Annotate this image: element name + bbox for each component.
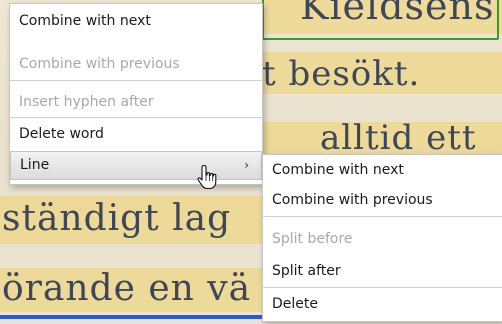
document-line: örande en vä xyxy=(2,268,252,309)
submenu-item-split-before[interactable]: Split before xyxy=(263,224,502,254)
document-line: ständigt lag xyxy=(2,198,232,239)
menu-item-delete-word[interactable]: Delete word xyxy=(10,119,262,149)
submenu-item-delete[interactable]: Delete xyxy=(263,289,502,319)
submenu-item-combine-previous[interactable]: Combine with previous xyxy=(263,185,502,215)
menu-item-combine-next[interactable]: Combine with next xyxy=(10,6,262,36)
menu-item-combine-previous[interactable]: Combine with previous xyxy=(10,49,262,79)
line-submenu: Combine with next Combine with previous … xyxy=(262,154,502,322)
word-context-menu: Combine with next Combine with previous … xyxy=(9,3,263,185)
submenu-item-split-after[interactable]: Split after xyxy=(263,256,502,286)
line-underline xyxy=(0,315,270,319)
menu-item-insert-hyphen[interactable]: Insert hyphen after xyxy=(10,87,262,117)
menu-item-line-label: Line xyxy=(20,157,50,173)
document-line: t besökt. xyxy=(262,54,421,94)
submenu-item-combine-next[interactable]: Combine with next xyxy=(263,155,502,185)
menu-separator xyxy=(10,117,262,118)
menu-separator xyxy=(263,287,502,288)
document-line: alltid ett xyxy=(320,118,477,158)
hand-pointer-icon xyxy=(197,164,217,190)
menu-item-line[interactable]: Line › xyxy=(10,151,262,180)
menu-separator xyxy=(263,216,502,217)
menu-separator xyxy=(10,80,262,81)
chevron-right-icon: › xyxy=(244,158,249,172)
selected-word-outline xyxy=(262,0,499,40)
